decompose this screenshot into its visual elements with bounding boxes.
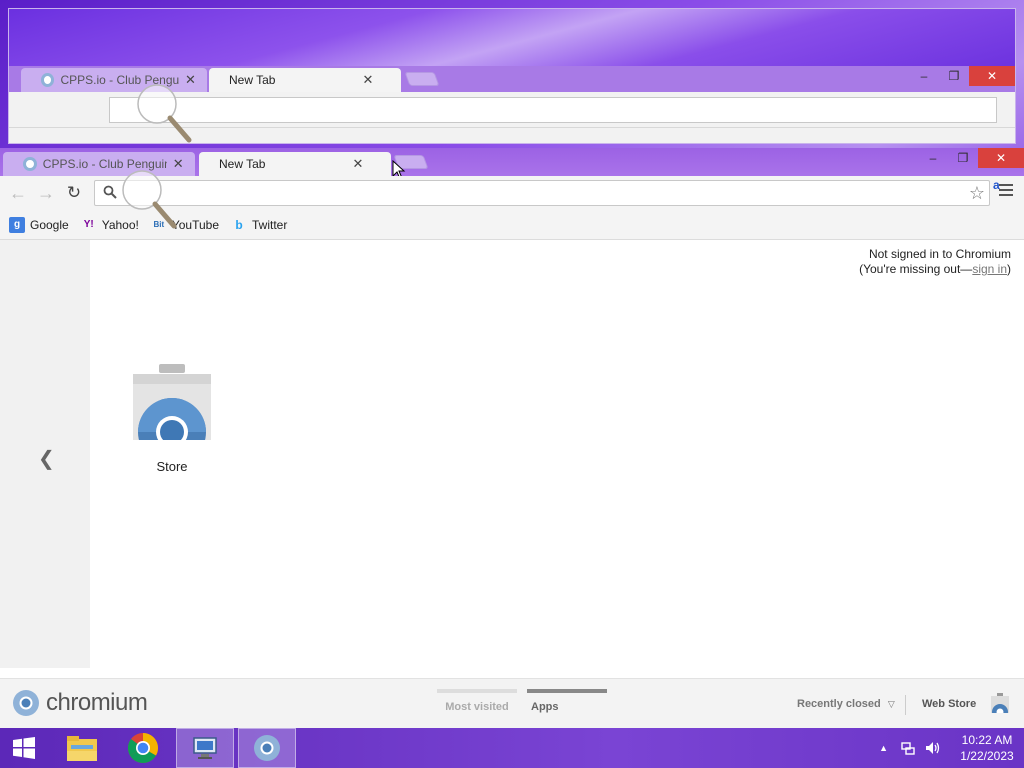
volume-icon[interactable] <box>924 740 942 756</box>
pager-apps[interactable]: Apps <box>527 689 607 713</box>
taskbar-chrome[interactable] <box>116 728 170 768</box>
browser-window: CPPS.io - Club Penguin P ✕ New Tab ✕ – ❐… <box>0 148 1024 728</box>
omnibox[interactable]: ☆ <box>94 180 990 206</box>
twitter-icon: b <box>235 217 243 232</box>
clock[interactable]: 10:22 AM 1/22/2023 <box>950 732 1024 764</box>
ghost-toolbar <box>9 84 1015 143</box>
chromium-favicon-icon <box>41 73 55 87</box>
restore-button[interactable]: ❐ <box>948 148 978 168</box>
bookmark-google[interactable]: g Google <box>9 216 69 233</box>
new-tab-page: ❮ Not signed in to Chromium (You're miss… <box>0 240 1024 668</box>
sign-in-link[interactable]: sign in <box>972 262 1007 276</box>
chromium-logo-icon <box>13 690 39 716</box>
start-button[interactable] <box>0 728 48 768</box>
ntp-side-panel: ❮ <box>0 240 90 668</box>
signin-promo: Not signed in to Chromium (You're missin… <box>859 247 1011 276</box>
magnifier-icon <box>122 170 177 229</box>
webstore-icon <box>131 364 213 466</box>
recently-closed-menu[interactable]: Recently closed ▽ <box>797 698 895 710</box>
back-button[interactable]: ← <box>4 179 32 207</box>
webstore-small-icon[interactable] <box>990 693 1010 715</box>
bookmark-twitter[interactable]: b Twitter <box>231 217 287 233</box>
previous-page-icon[interactable]: ❮ <box>38 446 55 471</box>
bookmark-star-icon[interactable]: ☆ <box>969 183 985 204</box>
minimize-button[interactable]: – <box>918 148 948 168</box>
ghost-tab-newtab: New Tab ✕ <box>209 68 401 92</box>
chrome-menu-icon[interactable] <box>999 184 1013 199</box>
taskbar-chromium[interactable] <box>238 728 296 768</box>
search-icon <box>103 185 117 199</box>
file-explorer-icon <box>67 736 97 761</box>
web-store-link[interactable]: Web Store <box>922 698 976 710</box>
chevron-down-icon: ▽ <box>887 699 895 709</box>
omnibox-input[interactable] <box>95 182 989 204</box>
reload-button[interactable]: ↻ <box>60 179 88 207</box>
browser-toolbar: ← → ↻ ☆ a <box>0 170 1024 229</box>
taskbar: ▲ 10:22 AM 1/22/2023 <box>0 728 1024 768</box>
taskbar-remote-desktop[interactable] <box>176 728 234 768</box>
network-icon[interactable] <box>900 740 916 756</box>
chromium-brand: chromium <box>12 689 148 717</box>
magnifier-icon <box>137 84 192 143</box>
chromium-icon <box>254 735 280 761</box>
forward-button[interactable]: → <box>32 179 60 207</box>
show-hidden-icons-icon[interactable]: ▲ <box>879 743 888 753</box>
system-tray: ▲ 10:22 AM 1/22/2023 <box>879 728 1024 768</box>
chromium-favicon-icon <box>23 157 37 171</box>
ghost-browser-window: CPPS.io - Club Penguin P ✕ New Tab ✕ –❐✕ <box>8 8 1016 144</box>
google-icon: g <box>9 216 25 233</box>
tab-close-icon[interactable]: ✕ <box>351 156 365 171</box>
windows-start-icon <box>13 737 35 759</box>
app-tile-store[interactable]: Store <box>131 364 213 474</box>
pager-most-visited[interactable]: Most visited <box>437 689 517 713</box>
close-button[interactable]: ✕ <box>978 148 1024 168</box>
taskbar-file-explorer[interactable] <box>56 728 108 768</box>
ghost-wallpaper <box>9 9 1015 66</box>
ntp-footer: chromium Most visited Apps Recently clos… <box>0 678 1024 728</box>
chrome-icon <box>127 733 159 764</box>
tab-new-tab[interactable]: New Tab ✕ <box>199 152 391 176</box>
remote-desktop-icon <box>193 737 217 759</box>
yahoo-icon: Y! <box>83 219 94 230</box>
